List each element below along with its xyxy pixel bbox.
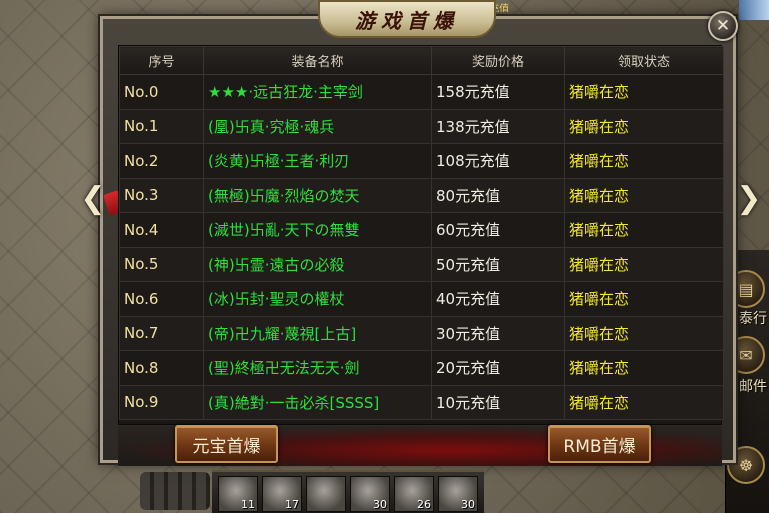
reward-price: 30元充值 xyxy=(431,315,565,351)
rmb-first-drop-button[interactable]: RMB首爆 xyxy=(548,425,651,463)
claim-status: 猪嚼在恋 xyxy=(564,74,724,110)
table-row: No.3 (無極)卐魔·烈焰の焚天 80元充值 猪嚼在恋 xyxy=(119,177,724,213)
row-index: No.3 xyxy=(119,177,204,213)
chain-decoration xyxy=(140,472,210,510)
equip-name: ★★★·远古狂龙·主宰剑 xyxy=(203,74,432,110)
table-row: No.5 (神)卐霊·遠古の必殺 50元充值 猪嚼在恋 xyxy=(119,246,724,282)
item-slot[interactable]: 26 xyxy=(394,476,434,512)
hud-label-a: 泰行 xyxy=(739,311,767,327)
item-slot[interactable] xyxy=(306,476,346,512)
header-reward-price: 奖励价格 xyxy=(431,46,565,75)
reward-price: 20元充值 xyxy=(431,350,565,386)
equip-name: (真)絶對·一击必杀[SSSS] xyxy=(203,384,432,420)
row-index: No.6 xyxy=(119,281,204,317)
claim-status: 猪嚼在恋 xyxy=(564,246,724,282)
reward-price: 138元充值 xyxy=(431,108,565,144)
header-equip-name: 装备名称 xyxy=(203,46,432,75)
equip-name: (神)卐霊·遠古の必殺 xyxy=(203,246,432,282)
reward-price: 80元充值 xyxy=(431,177,565,213)
yuanbao-first-drop-button[interactable]: 元宝首爆 xyxy=(175,425,278,463)
first-drop-table: 序号 装备名称 奖励价格 领取状态 No.0 ★★★·远古狂龙·主宰剑 158元充值… xyxy=(118,45,724,425)
table-row: No.6 (冰)卐封·聖灵の權杖 40元充值 猪嚼在恋 xyxy=(119,281,724,317)
row-index: No.9 xyxy=(119,384,204,420)
reward-price: 158元充值 xyxy=(431,74,565,110)
hud-label-b: 邮件 xyxy=(739,379,767,395)
item-slot[interactable]: 30 xyxy=(438,476,478,512)
claim-status: 猪嚼在恋 xyxy=(564,350,724,386)
claim-status: 猪嚼在恋 xyxy=(564,212,724,248)
item-slot[interactable]: 11 xyxy=(218,476,258,512)
row-index: No.5 xyxy=(119,246,204,282)
equip-name: (炎黄)卐極·王者·利刃 xyxy=(203,143,432,179)
row-index: No.7 xyxy=(119,315,204,351)
equip-name: (無極)卐魔·烈焰の焚天 xyxy=(203,177,432,213)
next-page-arrow-icon[interactable]: ❯ xyxy=(736,176,762,220)
item-slot[interactable]: 17 xyxy=(262,476,302,512)
claim-status: 猪嚼在恋 xyxy=(564,143,724,179)
table-header-row: 序号 装备名称 奖励价格 领取状态 xyxy=(119,46,724,75)
table-row: No.0 ★★★·远古狂龙·主宰剑 158元充值 猪嚼在恋 xyxy=(119,74,724,110)
claim-status: 猪嚼在恋 xyxy=(564,315,724,351)
close-icon: ✕ xyxy=(715,16,731,36)
claim-status: 猪嚼在恋 xyxy=(564,281,724,317)
item-slot[interactable]: 30 xyxy=(350,476,390,512)
table-row: No.8 (聖)終極卍无法无天·劍 20元充值 猪嚼在恋 xyxy=(119,350,724,386)
row-index: No.8 xyxy=(119,350,204,386)
header-index: 序号 xyxy=(119,46,204,75)
equip-name: (帝)卍九耀·蔑視[上古] xyxy=(203,315,432,351)
header-claim-status: 领取状态 xyxy=(564,46,724,75)
row-index: No.2 xyxy=(119,143,204,179)
scene-sky-patch xyxy=(739,0,769,20)
reward-price: 10元充值 xyxy=(431,384,565,420)
row-index: No.0 xyxy=(119,74,204,110)
quick-item-bar: 11 17 30 26 30 xyxy=(212,470,484,513)
equip-name: (滅世)卐亂·天下の無雙 xyxy=(203,212,432,248)
table-row: No.4 (滅世)卐亂·天下の無雙 60元充值 猪嚼在恋 xyxy=(119,212,724,248)
claim-status: 猪嚼在恋 xyxy=(564,384,724,420)
table-row: No.7 (帝)卍九耀·蔑視[上古] 30元充值 猪嚼在恋 xyxy=(119,315,724,351)
table-row: No.9 (真)絶對·一击必杀[SSSS] 10元充值 猪嚼在恋 xyxy=(119,384,724,420)
claim-status: 猪嚼在恋 xyxy=(564,177,724,213)
equip-name: (聖)終極卍无法无天·劍 xyxy=(203,350,432,386)
table-row: No.1 (凰)卐真·究極·魂兵 138元充值 猪嚼在恋 xyxy=(119,108,724,144)
dialog-title-plaque: 游戏首爆 xyxy=(318,0,496,38)
close-button[interactable]: ✕ xyxy=(708,11,738,41)
reward-price: 50元充值 xyxy=(431,246,565,282)
table-row: No.2 (炎黄)卐極·王者·利刃 108元充值 猪嚼在恋 xyxy=(119,143,724,179)
prev-page-arrow-icon[interactable]: ❮ xyxy=(80,176,106,220)
claim-status: 猪嚼在恋 xyxy=(564,108,724,144)
dialog-title: 游戏首爆 xyxy=(355,8,459,33)
reward-price: 40元充值 xyxy=(431,281,565,317)
equip-name: (冰)卐封·聖灵の權杖 xyxy=(203,281,432,317)
reward-price: 108元充值 xyxy=(431,143,565,179)
equip-name: (凰)卐真·究極·魂兵 xyxy=(203,108,432,144)
reward-price: 60元充值 xyxy=(431,212,565,248)
row-index: No.4 xyxy=(119,212,204,248)
row-index: No.1 xyxy=(119,108,204,144)
